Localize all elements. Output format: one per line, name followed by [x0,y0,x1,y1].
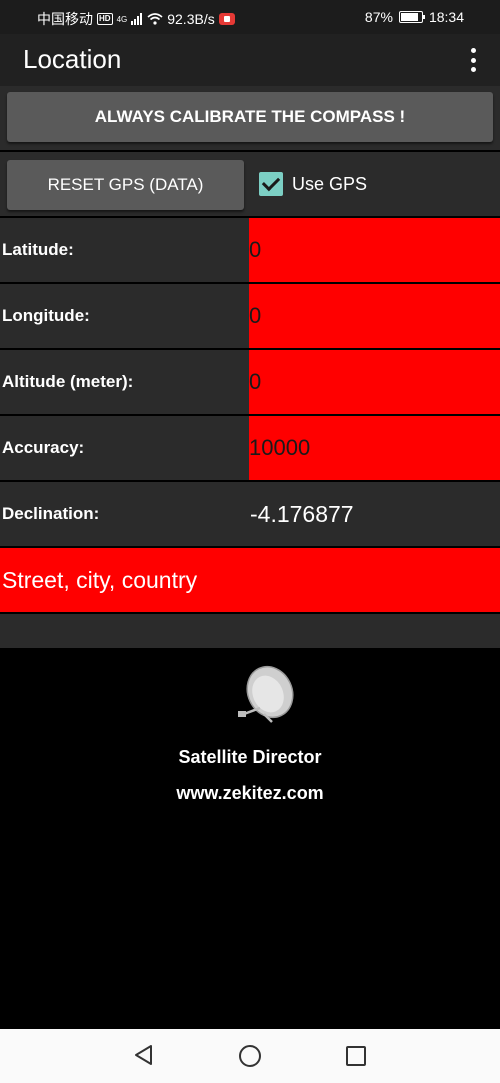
carrier-name: 中国移动 [37,11,93,27]
longitude-value: 0 [249,284,500,348]
back-icon[interactable] [133,1044,153,1066]
declination-value: -4.176877 [250,500,354,527]
network-speed: 92.3B/s [167,11,215,27]
network-type: 4G [116,14,128,24]
reset-gps-button[interactable]: RESET GPS (DATA) [7,160,244,210]
declination-row: Declination: -4.176877 [0,482,500,548]
latitude-value: 0 [249,218,500,282]
longitude-label: Longitude: [2,306,90,325]
hd-badge: HD [97,13,113,25]
accuracy-value: 10000 [249,416,500,480]
home-icon[interactable] [239,1045,261,1067]
altitude-value: 0 [249,350,500,414]
screen-record-icon [218,13,235,25]
app-brand-name: Satellite Director [178,747,322,767]
latitude-label: Latitude: [2,240,74,259]
battery-icon [398,11,425,23]
use-gps-checkbox[interactable] [259,172,283,196]
satellite-dish-icon [238,665,294,723]
calibrate-compass-button[interactable]: ALWAYS CALIBRATE THE COMPASS ! [7,92,493,142]
battery-percent: 87% [364,9,393,25]
use-gps-label: Use GPS [292,173,368,194]
system-nav-bar [0,1029,500,1083]
declination-label: Declination: [2,504,100,523]
recent-apps-icon[interactable] [346,1046,366,1066]
calibrate-panel: ALWAYS CALIBRATE THE COMPASS ! [0,86,500,152]
accuracy-row: Accuracy: 10000 [0,416,500,482]
accuracy-label: Accuracy: [2,438,85,457]
longitude-row: Longitude: 0 [0,284,500,350]
altitude-row: Altitude (meter): 0 [0,350,500,416]
app-brand-url[interactable]: www.zekitez.com [0,783,500,804]
address-field: Street, city, country [0,548,500,614]
status-left: 中国移动 HD 4G 92.3B/s [37,9,235,29]
gps-panel: RESET GPS (DATA) Use GPS [0,152,500,218]
status-right: 87% 18:34 [365,9,464,25]
app-bar: Location [0,34,500,86]
altitude-label: Altitude (meter): [2,372,134,391]
overflow-menu-icon[interactable] [468,46,478,74]
empty-panel [0,614,500,650]
location-content: ALWAYS CALIBRATE THE COMPASS ! RESET GPS… [0,86,500,650]
wifi-icon [147,13,163,25]
latitude-row: Latitude: 0 [0,218,500,284]
use-gps-toggle[interactable]: Use GPS [259,172,367,196]
clock: 18:34 [428,9,464,25]
status-bar: 中国移动 HD 4G 92.3B/s 87% 18:34 [0,0,500,34]
page-title: Location [23,44,122,74]
signal-icon [131,13,143,25]
